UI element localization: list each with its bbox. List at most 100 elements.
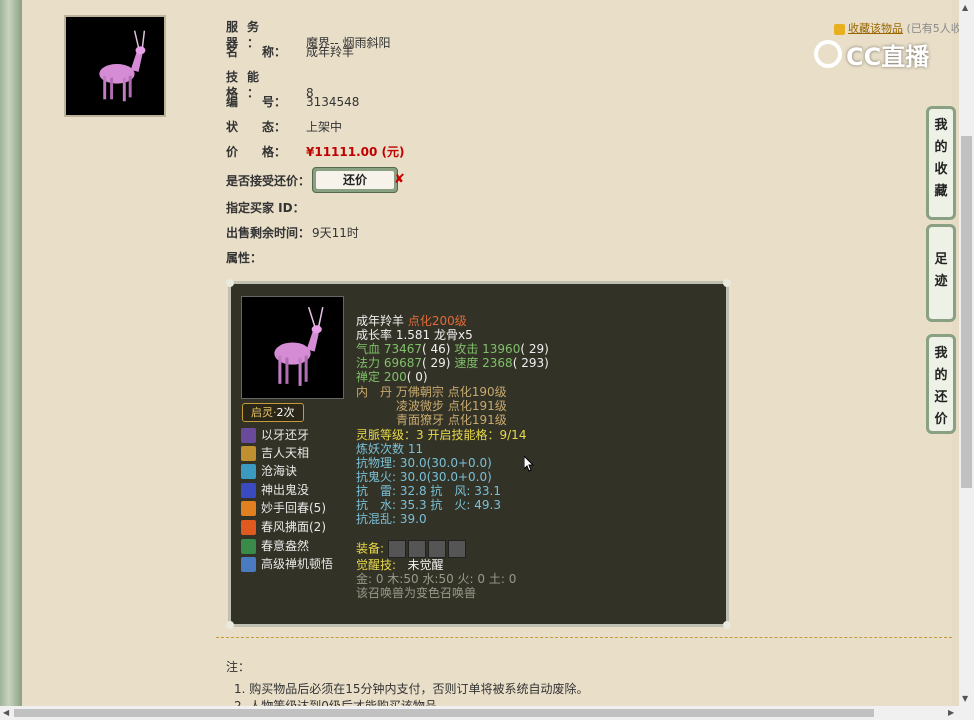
note-item: 1. 购买物品后必须在15分钟内支付，否则订单将被系统自动废除。 xyxy=(234,682,589,696)
favorite-link[interactable]: 收藏该物品 (已有5人收 xyxy=(834,20,962,36)
skill-item[interactable]: 沧海诀 xyxy=(241,463,297,480)
side-tab-history[interactable]: 足迹 xyxy=(926,224,956,322)
buyer-label: 指定买家 ID： xyxy=(226,201,305,215)
section-divider xyxy=(216,637,952,638)
horizontal-scroll-thumb[interactable] xyxy=(14,709,874,717)
spd-add: ( 293) xyxy=(512,356,549,370)
panel-corner xyxy=(723,279,731,287)
side-tab-my-offers[interactable]: 我的还价 xyxy=(926,334,956,434)
scroll-left-icon[interactable]: ◀ xyxy=(3,708,9,717)
panel-corner xyxy=(226,621,234,629)
vertical-scrollbar[interactable]: ▲ ▼ xyxy=(959,0,974,706)
skill-name: 以牙还牙 xyxy=(261,428,310,442)
horizontal-scrollbar[interactable]: ◀ ▶ xyxy=(0,706,974,720)
neidan-line-3: 青面獠牙 点化191级 xyxy=(396,413,507,427)
equip-slot[interactable] xyxy=(407,540,426,558)
side-tab-label: 我的还价 xyxy=(934,346,948,427)
pet-mp-spd-line: 法力 69687( 29) 速度 2368( 293) xyxy=(356,356,549,370)
hp-label: 气血 xyxy=(356,342,381,356)
field-value: 成年羚羊 xyxy=(306,45,355,59)
open-slots-label: 开启技能格： xyxy=(427,428,500,442)
awaken-label: 觉醒技: xyxy=(356,558,397,572)
skill-name: 吉人天相 xyxy=(261,446,310,460)
note-item: 2. 人物等级达到0级后才能购买该物品。 xyxy=(234,699,449,706)
equip-slot[interactable] xyxy=(447,540,466,558)
summon-note-line: 该召唤兽为变色召唤兽 xyxy=(356,586,476,600)
atk-value: 13960 xyxy=(482,342,521,356)
mp-value: 69687 xyxy=(383,356,423,370)
pet-name: 成年羚羊 xyxy=(356,314,405,328)
neidan-level: 点化190级 xyxy=(447,385,507,399)
field-value: 3134548 xyxy=(306,95,360,109)
elements-text: 金: 0 木:50 水:50 火: 0 土: 0 xyxy=(356,572,517,586)
close-icon[interactable]: ✘ xyxy=(394,172,405,187)
side-tab-favorites[interactable]: 我的收藏 xyxy=(926,106,956,220)
awaken-badge: 启灵·2次 xyxy=(242,403,304,422)
skill-item[interactable]: 春风拂面(2) xyxy=(241,519,326,536)
skill-icon xyxy=(241,428,256,443)
pet-growth-line: 成长率 1.581 龙骨x5 xyxy=(356,328,473,342)
skill-icon xyxy=(241,446,256,461)
equip-slot[interactable] xyxy=(387,540,406,558)
price-label: 价 格： xyxy=(226,145,287,159)
neidan-line-1: 内 丹 万佛朝宗 点化190级 xyxy=(356,385,507,399)
atk-add: ( 29) xyxy=(520,342,549,356)
mp-add: ( 29) xyxy=(422,356,451,370)
field-value: 上架中 xyxy=(306,120,343,134)
resist-text: 抗 雷: 32.8 抗 风: 33.1 xyxy=(356,484,501,498)
pet-thumbnail xyxy=(241,296,344,399)
field-name: 名 称： 成年羚羊 xyxy=(226,44,354,60)
skill-item[interactable]: 妙手回春(5) xyxy=(241,500,326,517)
field-buyer: 指定买家 ID： xyxy=(226,200,305,216)
field-skill-slots: 技能格： 8 xyxy=(226,69,314,100)
mp-label: 法力 xyxy=(356,356,381,370)
left-frame-border xyxy=(0,0,23,720)
skill-item[interactable]: 高级禅机顿悟 xyxy=(241,556,333,573)
skill-item[interactable]: 以牙还牙 xyxy=(241,427,309,444)
equip-slot[interactable] xyxy=(427,540,446,558)
resist-text: 抗 水: 35.3 抗 火: 49.3 xyxy=(356,498,501,512)
scroll-up-icon[interactable]: ▲ xyxy=(962,3,968,12)
vertical-scroll-thumb[interactable] xyxy=(961,136,972,488)
field-label: 编 号： xyxy=(226,95,287,109)
item-thumbnail xyxy=(64,15,166,117)
side-tab-label: 足迹 xyxy=(934,252,948,289)
field-time-left: 出售剩余时间： 9天11时 xyxy=(226,225,359,241)
pet-hp-atk-line: 气血 73467( 46) 攻击 13960( 29) xyxy=(356,342,549,356)
counter-label: 是否接受还价： xyxy=(226,174,311,188)
resist-line: 抗 雷: 32.8 抗 风: 33.1 xyxy=(356,484,501,498)
def-add: ( 0) xyxy=(406,370,428,384)
cc-logo-text: CC直播 xyxy=(846,42,930,71)
price-value: ¥11111.00 (元) xyxy=(306,145,405,159)
spd-label: 速度 xyxy=(454,356,479,370)
antelope-image xyxy=(66,17,164,115)
favorite-link-text[interactable]: 收藏该物品 xyxy=(848,22,903,35)
skill-item[interactable]: 春意盎然 xyxy=(241,538,309,555)
resist-line: 抗混乱: 39.0 xyxy=(356,512,427,526)
skill-name: 沧海诀 xyxy=(261,464,298,478)
favorite-count: (已有5人收 xyxy=(906,22,962,35)
field-label: 名 称： xyxy=(226,45,287,59)
open-slots-value: 9/14 xyxy=(499,428,527,442)
skill-name: 妙手回春(5) xyxy=(261,501,326,515)
awaken-line: 觉醒技: 未觉醒 xyxy=(356,558,444,572)
counter-offer-button[interactable]: 还价 xyxy=(312,167,398,193)
skill-name: 春意盎然 xyxy=(261,539,310,553)
skill-name: 春风拂面(2) xyxy=(261,520,326,534)
skill-icon xyxy=(241,539,256,554)
skill-item[interactable]: 吉人天相 xyxy=(241,445,309,462)
skill-name: 高级禅机顿悟 xyxy=(261,557,334,571)
badge-count: 2次 xyxy=(276,406,295,419)
refine-count: 炼妖次数 11 xyxy=(356,442,424,456)
field-counter-offer: 是否接受还价： xyxy=(226,173,310,189)
neidan-name: 万佛朝宗 xyxy=(395,385,444,399)
pet-detail-panel: 启灵·2次 以牙还牙 吉人天相 沧海诀 神出鬼没 妙手回春(5) 春风拂面(2)… xyxy=(226,279,731,629)
neidan-level: 点化191级 xyxy=(447,399,507,413)
skill-item[interactable]: 神出鬼没 xyxy=(241,482,309,499)
scroll-down-icon[interactable]: ▼ xyxy=(962,694,968,703)
scroll-right-icon[interactable]: ▶ xyxy=(948,708,954,717)
atk-label: 攻击 xyxy=(454,342,479,356)
def-value: 200 xyxy=(383,370,407,384)
neidan-line-2: 凌波微步 点化191级 xyxy=(396,399,507,413)
skill-icon xyxy=(241,520,256,535)
